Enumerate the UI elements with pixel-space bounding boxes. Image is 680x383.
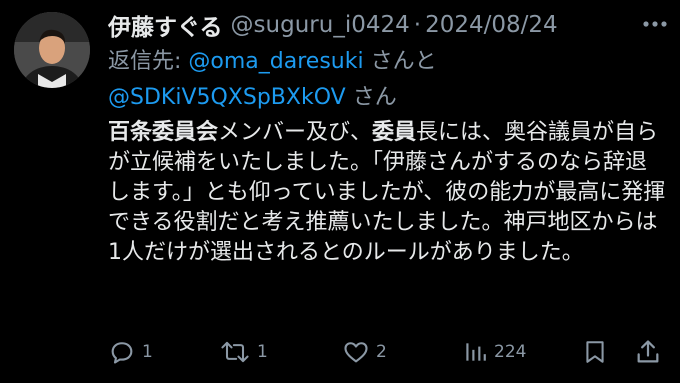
reply-prefix: 返信先:	[108, 49, 189, 74]
mention-link[interactable]: @SDKiV5QXSpBXkOV	[108, 85, 346, 110]
reply-count: 1	[142, 342, 153, 362]
post-date[interactable]: 2024/08/24	[425, 12, 558, 38]
tweet-text-bold: 百条委員会	[108, 120, 219, 145]
mention-link[interactable]: @oma_daresuki	[188, 49, 363, 74]
like-count: 2	[376, 342, 387, 362]
like-button[interactable]: 2	[342, 334, 387, 370]
tweet-text: 百条委員会メンバー及び、委員長には、奥谷議員が自らが立候補をいたしました。「伊藤…	[108, 118, 668, 268]
tweet-text-part: メンバー及び、	[218, 120, 373, 145]
bookmark-icon	[586, 341, 604, 363]
bar-chart-icon	[466, 343, 486, 361]
tweet: 伊藤すぐる @suguru_i0424 · 2024/08/24 返信先: @o…	[0, 0, 680, 383]
ellipsis-icon	[643, 21, 667, 27]
tweet-header: 伊藤すぐる @suguru_i0424 · 2024/08/24	[108, 8, 558, 42]
heart-icon	[344, 342, 368, 363]
action-bar: 1 1 2 224	[108, 334, 672, 370]
bookmark-button[interactable]	[582, 334, 608, 370]
retweet-count: 1	[257, 342, 268, 362]
share-upload-icon	[637, 340, 659, 363]
avatar[interactable]	[14, 12, 90, 88]
user-handle[interactable]: @suguru_i0424	[231, 12, 410, 38]
tweet-text-bold: 委員	[372, 120, 417, 145]
reply-suffix: さん	[345, 85, 397, 110]
avatar-image	[14, 12, 90, 88]
speech-bubble-icon	[111, 342, 133, 364]
display-name[interactable]: 伊藤すぐる	[108, 8, 223, 42]
views-button[interactable]: 224	[462, 334, 526, 370]
reply-to-line: 返信先: @oma_daresuki さんと @SDKiV5QXSpBXkOV …	[108, 44, 668, 116]
views-count: 224	[494, 342, 527, 362]
reply-button[interactable]: 1	[108, 334, 153, 370]
retweet-arrows-icon	[221, 341, 249, 363]
separator-dot: ·	[413, 12, 422, 38]
share-button[interactable]	[634, 334, 662, 370]
reply-and-text: さんと	[363, 49, 437, 74]
retweet-button[interactable]: 1	[219, 334, 268, 370]
more-button[interactable]	[640, 12, 670, 36]
